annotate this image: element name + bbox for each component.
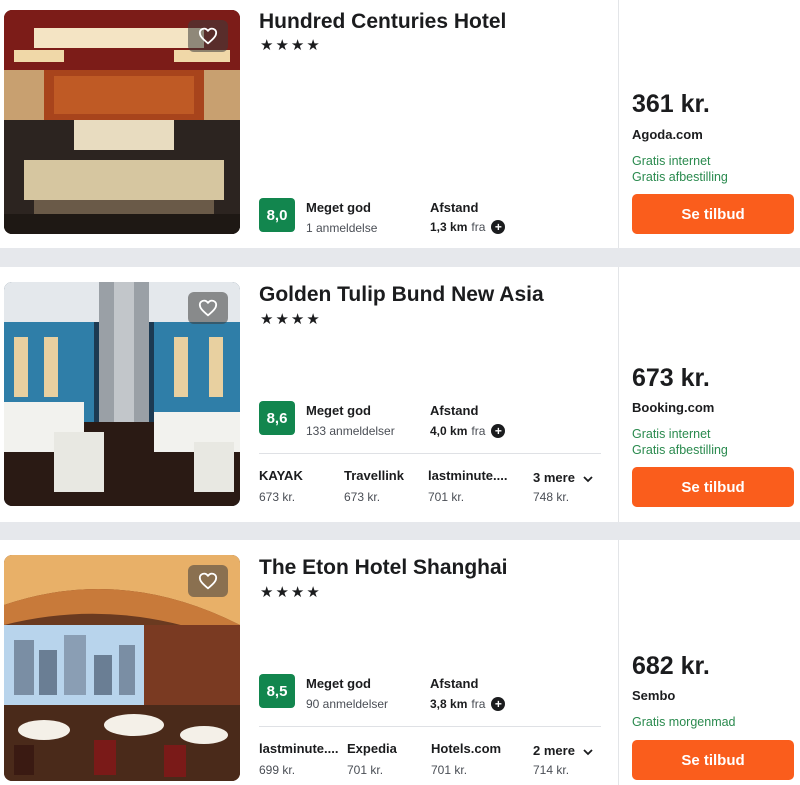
hotel-name[interactable]: Hundred Centuries Hotel	[259, 10, 506, 34]
distance-value: 3,8 km	[430, 697, 468, 711]
review-count[interactable]: 133 anmeldelser	[306, 424, 395, 438]
distance-label: Afstand	[430, 200, 479, 215]
heart-icon	[198, 299, 218, 317]
provider-name[interactable]: Travellink	[344, 468, 404, 483]
more-label: 2 mere	[533, 743, 575, 758]
column-divider	[618, 267, 619, 522]
divider	[259, 726, 601, 727]
chevron-down-icon	[582, 748, 593, 755]
perk-item: Gratis afbestilling	[632, 443, 728, 457]
perk-item: Gratis morgenmad	[632, 715, 736, 729]
price-provider: Agoda.com	[632, 127, 703, 142]
provider-name[interactable]: KAYAK	[259, 468, 303, 483]
provider-name[interactable]: Hotels.com	[431, 741, 501, 756]
favorite-button[interactable]	[188, 292, 228, 324]
favorite-button[interactable]	[188, 20, 228, 52]
distance-info: 1,3 km fra +	[430, 220, 506, 234]
hotel-name[interactable]: The Eton Hotel Shanghai	[259, 556, 508, 580]
plus-circle-icon[interactable]: +	[491, 220, 506, 234]
provider-price: 673 kr.	[259, 490, 296, 504]
perk-item: Gratis internet	[632, 427, 711, 441]
provider-name[interactable]: Expedia	[347, 741, 397, 756]
distance-value: 1,3 km	[430, 220, 468, 234]
rating-label: Meget god	[306, 403, 371, 418]
heart-icon	[198, 27, 218, 45]
distance-info: 3,8 km fra +	[430, 697, 506, 711]
price-provider: Booking.com	[632, 400, 715, 415]
price: 361 kr.	[632, 90, 710, 118]
distance-info: 4,0 km fra +	[430, 424, 506, 438]
provider-price: 701 kr.	[431, 763, 468, 777]
provider-price: 673 kr.	[344, 490, 381, 504]
hotel-photo[interactable]	[4, 555, 240, 781]
distance-value: 4,0 km	[430, 424, 468, 438]
hotel-stars: ★★★★	[260, 584, 322, 601]
plus-circle-icon[interactable]: +	[491, 424, 506, 438]
distance-suffix: fra	[471, 697, 486, 711]
hotel-card[interactable]: Golden Tulip Bund New Asia ★★★★ 8,6 Mege…	[0, 267, 800, 522]
perk-item: Gratis internet	[632, 154, 711, 168]
hotel-card[interactable]: Hundred Centuries Hotel ★★★★ 8,0 Meget g…	[0, 0, 800, 248]
review-count[interactable]: 1 anmeldelse	[306, 221, 377, 235]
hotel-card[interactable]: The Eton Hotel Shanghai ★★★★ 8,5 Meget g…	[0, 540, 800, 785]
chevron-down-icon	[582, 475, 593, 482]
hotel-photo[interactable]	[4, 10, 240, 234]
favorite-button[interactable]	[188, 565, 228, 597]
score-badge: 8,0	[259, 198, 295, 232]
see-deal-button[interactable]: Se tilbud	[632, 194, 794, 234]
heart-icon	[198, 572, 218, 590]
rating-label: Meget god	[306, 676, 371, 691]
provider-price: 701 kr.	[428, 490, 465, 504]
distance-label: Afstand	[430, 403, 479, 418]
provider-price: 699 kr.	[259, 763, 296, 777]
more-providers-button[interactable]: 2 mere	[533, 743, 593, 758]
distance-suffix: fra	[471, 424, 486, 438]
hotel-name[interactable]: Golden Tulip Bund New Asia	[259, 283, 544, 307]
price-provider: Sembo	[632, 688, 676, 703]
rating-label: Meget god	[306, 200, 371, 215]
perk-item: Gratis afbestilling	[632, 170, 728, 184]
column-divider	[618, 0, 619, 248]
plus-circle-icon[interactable]: +	[491, 697, 506, 711]
hotel-stars: ★★★★	[260, 311, 322, 328]
more-price: 748 kr.	[533, 490, 570, 504]
distance-label: Afstand	[430, 676, 479, 691]
hotel-stars: ★★★★	[260, 37, 322, 54]
price: 673 kr.	[632, 364, 710, 392]
price: 682 kr.	[632, 652, 710, 680]
more-providers-button[interactable]: 3 mere	[533, 470, 593, 485]
see-deal-button[interactable]: Se tilbud	[632, 740, 794, 780]
divider	[259, 453, 601, 454]
distance-suffix: fra	[471, 220, 486, 234]
see-deal-button[interactable]: Se tilbud	[632, 467, 794, 507]
more-price: 714 kr.	[533, 763, 570, 777]
provider-price: 701 kr.	[347, 763, 384, 777]
provider-name[interactable]: lastminute....	[259, 741, 338, 756]
provider-name[interactable]: lastminute....	[428, 468, 507, 483]
score-badge: 8,5	[259, 674, 295, 708]
hotel-photo[interactable]	[4, 282, 240, 506]
more-label: 3 mere	[533, 470, 575, 485]
column-divider	[618, 540, 619, 785]
score-badge: 8,6	[259, 401, 295, 435]
review-count[interactable]: 90 anmeldelser	[306, 697, 388, 711]
